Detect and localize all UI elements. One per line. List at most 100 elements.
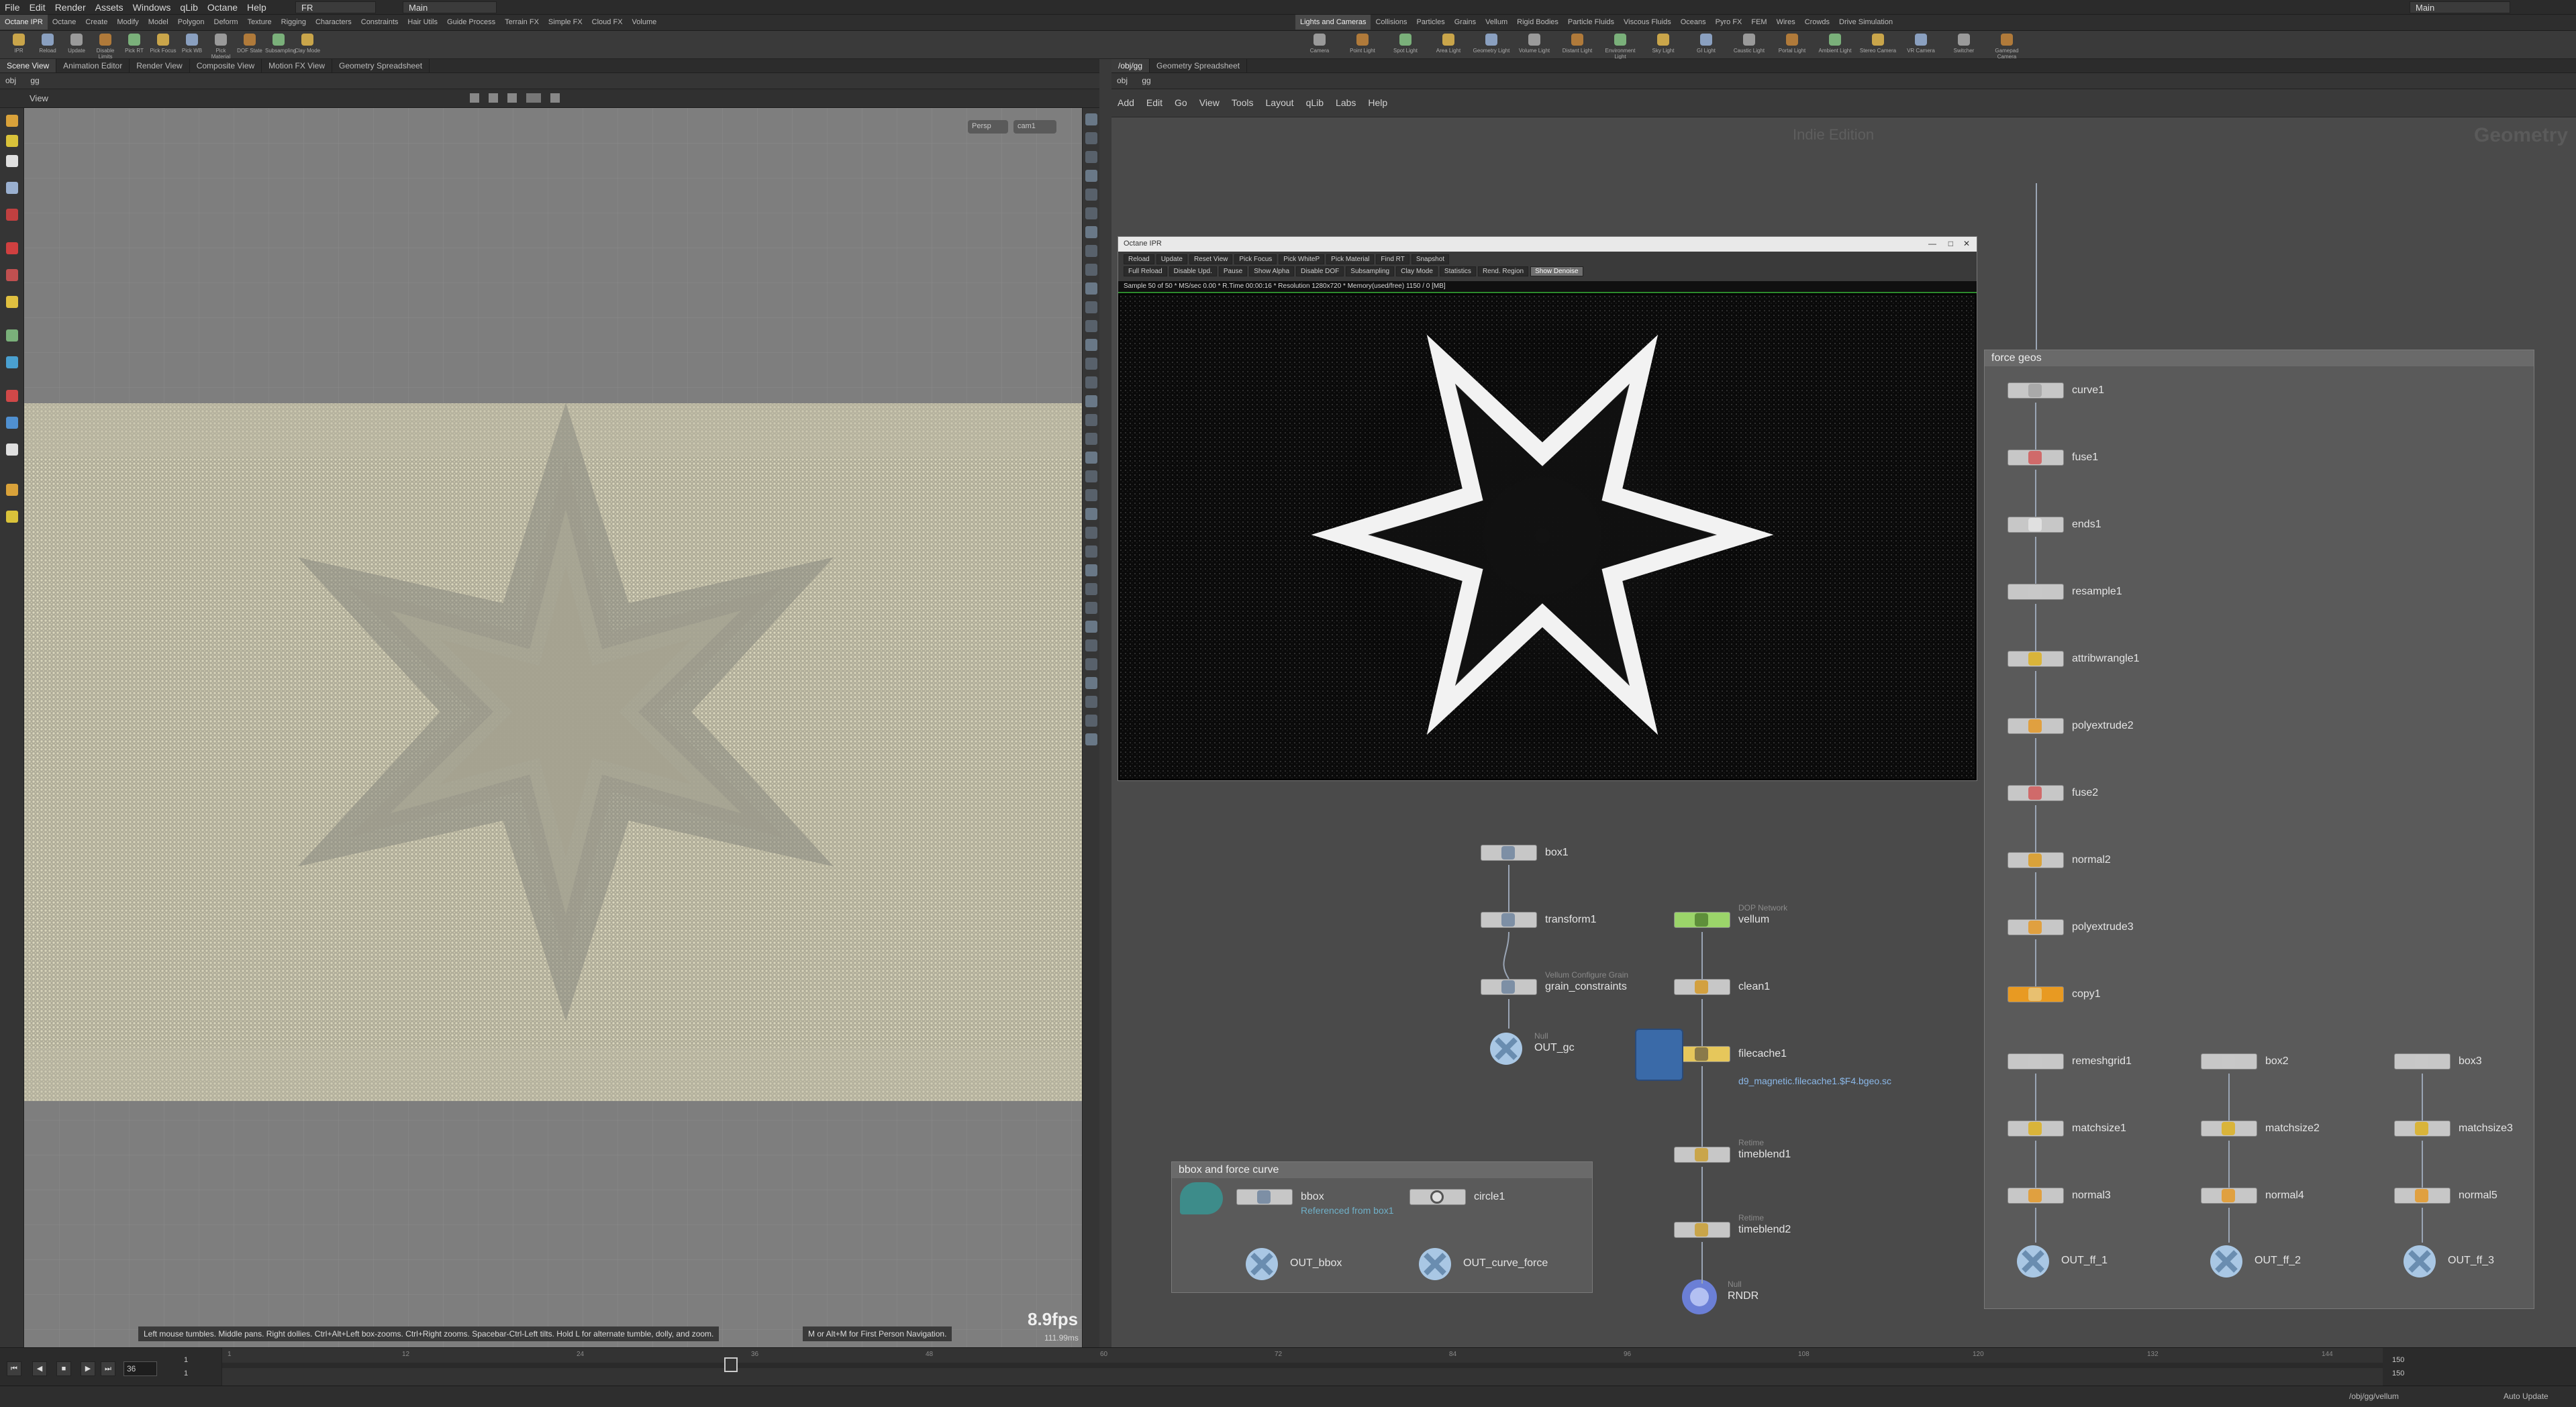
timeline-bar[interactable]: 1 12 24 36 48 60 72 84 96 108 120 132 144	[221, 1348, 2383, 1386]
tool-vr-camera[interactable]: VR Camera	[1902, 34, 1940, 54]
tab-composite-view[interactable]: Composite View	[190, 59, 262, 72]
shelf-tab-simple-fx[interactable]: Simple FX	[544, 15, 587, 30]
view-toolbar-icons[interactable]	[470, 93, 644, 104]
shelf-tab-octane-ipr[interactable]: Octane IPR	[0, 15, 48, 30]
shelf-tab-cloud-fx[interactable]: Cloud FX	[587, 15, 628, 30]
left-tool-icon[interactable]	[6, 115, 18, 127]
shelf-tab-pyro-fx[interactable]: Pyro FX	[1711, 15, 1747, 30]
left-tool-icon[interactable]	[6, 296, 18, 308]
shelf-tab-texture[interactable]: Texture	[243, 15, 277, 30]
tool-environment-light[interactable]: Environment Light	[1601, 34, 1639, 60]
ipr-btn-statistics[interactable]: Statistics	[1439, 266, 1476, 276]
close-icon[interactable]: ✕	[1963, 239, 1970, 248]
end-frame[interactable]: 150	[2392, 1356, 2404, 1364]
tool-stereo-camera[interactable]: Stereo Camera	[1859, 34, 1897, 54]
shelf-tab-vellum[interactable]: Vellum	[1481, 15, 1512, 30]
shelf-tab-volume[interactable]: Volume	[628, 15, 662, 30]
menu-octane[interactable]: Octane	[203, 0, 242, 15]
shelf-tab-characters[interactable]: Characters	[311, 15, 356, 30]
left-tool-icon[interactable]	[6, 417, 18, 429]
shelf-tab-lights-and-cameras[interactable]: Lights and Cameras	[1295, 15, 1371, 30]
ipr-btn-reset-view[interactable]: Reset View	[1189, 254, 1233, 264]
display-option-icon[interactable]	[1085, 132, 1097, 144]
display-option-icon[interactable]	[1085, 170, 1097, 182]
display-option-icon[interactable]	[1085, 602, 1097, 614]
tab-render-view[interactable]: Render View	[130, 59, 190, 72]
ipr-btn-rend-region[interactable]: Rend. Region	[1477, 266, 1529, 276]
path-obj[interactable]: obj	[5, 76, 16, 85]
shelf-tab-model[interactable]: Model	[144, 15, 173, 30]
tool-switcher[interactable]: Switcher	[1945, 34, 1983, 54]
left-tool-icon[interactable]	[6, 511, 18, 523]
ipr-btn-pause[interactable]: Pause	[1218, 266, 1248, 276]
menu-assets[interactable]: Assets	[91, 0, 128, 15]
tool-gamepad-camera[interactable]: Gamepad Camera	[1988, 34, 2026, 60]
shelf-tab-fem[interactable]: FEM	[1746, 15, 1771, 30]
display-option-icon[interactable]	[1085, 733, 1097, 745]
ipr-btn-snapshot[interactable]: Snapshot	[1411, 254, 1450, 264]
left-tool-icon[interactable]	[6, 135, 18, 147]
desktop2-dropdown[interactable]: Main	[403, 1, 497, 13]
display-option-icon[interactable]	[1085, 489, 1097, 501]
ipr-btn-disable-upd[interactable]: Disable Upd.	[1169, 266, 1217, 276]
menu-edit[interactable]: Edit	[25, 0, 50, 15]
tool-geometry-light[interactable]: Geometry Light	[1473, 34, 1510, 54]
tool-caustic-light[interactable]: Caustic Light	[1730, 34, 1768, 54]
start-frame[interactable]: 1	[184, 1356, 188, 1364]
display-option-icon[interactable]	[1085, 564, 1097, 576]
shelf-tab-guide-process[interactable]: Guide Process	[442, 15, 500, 30]
main-dropdown[interactable]: Main	[2410, 1, 2510, 13]
display-option-icon[interactable]	[1085, 545, 1097, 558]
ipr-btn-clay-mode[interactable]: Clay Mode	[1396, 266, 1438, 276]
display-option-icon[interactable]	[1085, 376, 1097, 388]
display-option-icon[interactable]	[1085, 508, 1097, 520]
tool-ipr[interactable]: IPR	[5, 34, 32, 54]
display-option-icon[interactable]	[1085, 696, 1097, 708]
end-frame-2[interactable]: 150	[2392, 1369, 2404, 1377]
path-gg[interactable]: gg	[1142, 76, 1150, 85]
tab-scene-view[interactable]: Scene View	[0, 59, 57, 72]
shelf-tab-wires[interactable]: Wires	[1772, 15, 1800, 30]
tool-disable-limits[interactable]: Disable Limits	[92, 34, 119, 60]
tool-ambient-light[interactable]: Ambient Light	[1816, 34, 1854, 54]
tab-motion-fx-view[interactable]: Motion FX View	[262, 59, 332, 72]
octane-ipr-window[interactable]: Octane IPR — □ ✕ Reload Update Reset View P…	[1118, 236, 1977, 781]
current-frame-field[interactable]: 36	[123, 1361, 157, 1376]
display-option-icon[interactable]	[1085, 245, 1097, 257]
display-option-icon[interactable]	[1085, 320, 1097, 332]
ipr-render-image[interactable]	[1120, 295, 1975, 779]
display-option-icon[interactable]	[1085, 677, 1097, 689]
menu-render[interactable]: Render	[50, 0, 91, 15]
menu-file[interactable]: File	[0, 0, 25, 15]
go-start-button[interactable]: ⏮	[7, 1361, 21, 1376]
shelf-tab-modify[interactable]: Modify	[112, 15, 143, 30]
tab-geometry-spreadsheet[interactable]: Geometry Spreadsheet	[332, 59, 430, 72]
minimize-icon[interactable]: —	[1928, 239, 1936, 248]
shelf-tab-constraints[interactable]: Constraints	[356, 15, 403, 30]
display-option-icon[interactable]	[1085, 639, 1097, 652]
shelf-tab-octane[interactable]: Octane	[48, 15, 81, 30]
shelf-tab-rigid-bodies[interactable]: Rigid Bodies	[1512, 15, 1563, 30]
display-option-icon[interactable]	[1085, 583, 1097, 595]
tool-camera[interactable]: Camera	[1301, 34, 1338, 54]
shelf-tab-particles[interactable]: Particles	[1412, 15, 1450, 30]
go-end-button[interactable]: ⏭	[101, 1361, 115, 1376]
network-box-force-geos[interactable]: force geos curve1 fuse1 ends1 resample1 attr…	[1984, 350, 2534, 1309]
display-option-icon[interactable]	[1085, 301, 1097, 313]
ipr-btn-show-denoise[interactable]: Show Denoise	[1530, 266, 1583, 276]
ipr-btn-update[interactable]: Update	[1156, 254, 1187, 264]
auto-update-toggle[interactable]: Auto Update	[2504, 1392, 2548, 1401]
shelf-tab-grains[interactable]: Grains	[1450, 15, 1481, 30]
display-option-icon[interactable]	[1085, 264, 1097, 276]
tool-portal-light[interactable]: Portal Light	[1773, 34, 1811, 54]
shelf-tab-rigging[interactable]: Rigging	[277, 15, 311, 30]
shelf-tab-crowds[interactable]: Crowds	[1800, 15, 1834, 30]
display-option-icon[interactable]	[1085, 433, 1097, 445]
shelf-tab-oceans[interactable]: Oceans	[1676, 15, 1711, 30]
tool-point-light[interactable]: Point Light	[1344, 34, 1381, 54]
left-tool-icon[interactable]	[6, 329, 18, 342]
shelf-tab-deform[interactable]: Deform	[209, 15, 243, 30]
tab-animation-editor[interactable]: Animation Editor	[56, 59, 130, 72]
ipr-btn-find-rt[interactable]: Find RT	[1376, 254, 1409, 264]
tool-dof-state[interactable]: DOF State	[236, 34, 263, 54]
